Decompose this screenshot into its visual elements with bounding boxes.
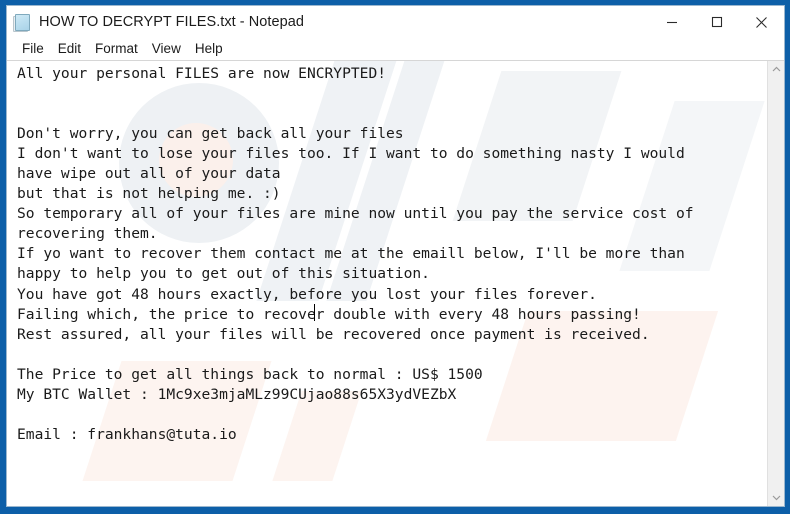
menu-item-edit[interactable]: Edit: [51, 40, 88, 58]
text-line: My BTC Wallet : 1Mc9xe3mjaMLz99CUjao88s6…: [17, 385, 457, 403]
scroll-down-arrow[interactable]: [768, 489, 784, 506]
text-line: ​: [17, 104, 767, 124]
ransom-note-text[interactable]: All your personal FILES are now ENCRYPTE…: [7, 61, 767, 445]
text-line: ​: [17, 405, 767, 425]
close-button[interactable]: [739, 6, 784, 38]
text-line: If yo want to recover them contact me at…: [17, 245, 685, 263]
text-line: So temporary all of your files are mine …: [17, 205, 694, 223]
menu-item-file[interactable]: File: [15, 40, 51, 58]
maximize-icon: [711, 16, 722, 28]
text-line: You have got 48 hours exactly, before yo…: [17, 285, 597, 303]
text-line: Don't worry, you can get back all your f…: [17, 125, 404, 143]
window-title: HOW TO DECRYPT FILES.txt - Notepad: [39, 14, 304, 30]
maximize-button[interactable]: [694, 6, 739, 38]
text-line: happy to help you to get out of this sit…: [17, 265, 430, 283]
scrollbar-track[interactable]: [768, 78, 784, 489]
minimize-icon: [666, 21, 677, 24]
window-controls: [649, 6, 784, 38]
text-line: Rest assured, all your files will be rec…: [17, 325, 650, 343]
text-line: Failing which, the price to recover doub…: [17, 305, 641, 323]
window-outer-frame: HOW TO DECRYPT FILES.txt - Notepad File …: [0, 0, 790, 514]
vertical-scrollbar[interactable]: [767, 61, 784, 506]
title-bar[interactable]: HOW TO DECRYPT FILES.txt - Notepad: [7, 6, 784, 38]
text-line: ​: [17, 345, 767, 365]
text-line: ​: [17, 84, 767, 104]
notepad-document-icon: [13, 13, 32, 32]
text-line: have wipe out all of your data: [17, 165, 281, 183]
text-line: recovering them.: [17, 225, 158, 243]
close-icon: [756, 16, 767, 28]
text-line: I don't want to lose your files too. If …: [17, 145, 685, 163]
text-line: The Price to get all things back to norm…: [17, 365, 483, 383]
chevron-down-icon: [772, 495, 780, 501]
editor-area: All your personal FILES are now ENCRYPTE…: [7, 60, 784, 506]
menu-item-help[interactable]: Help: [188, 40, 230, 58]
text-line: All your personal FILES are now ENCRYPTE…: [17, 65, 387, 82]
menu-bar: File Edit Format View Help: [7, 38, 784, 60]
menu-item-format[interactable]: Format: [88, 40, 145, 58]
text-line: Email : frankhans@tuta.io: [17, 425, 237, 443]
title-bar-left: HOW TO DECRYPT FILES.txt - Notepad: [7, 13, 649, 32]
scroll-up-arrow[interactable]: [768, 61, 784, 78]
text-line: but that is not helping me. :): [17, 185, 281, 203]
minimize-button[interactable]: [649, 6, 694, 38]
menu-item-view[interactable]: View: [145, 40, 188, 58]
text-editor[interactable]: All your personal FILES are now ENCRYPTE…: [7, 61, 767, 506]
text-caret: [314, 304, 315, 321]
notepad-window: HOW TO DECRYPT FILES.txt - Notepad File …: [6, 5, 785, 507]
chevron-up-icon: [772, 66, 780, 72]
